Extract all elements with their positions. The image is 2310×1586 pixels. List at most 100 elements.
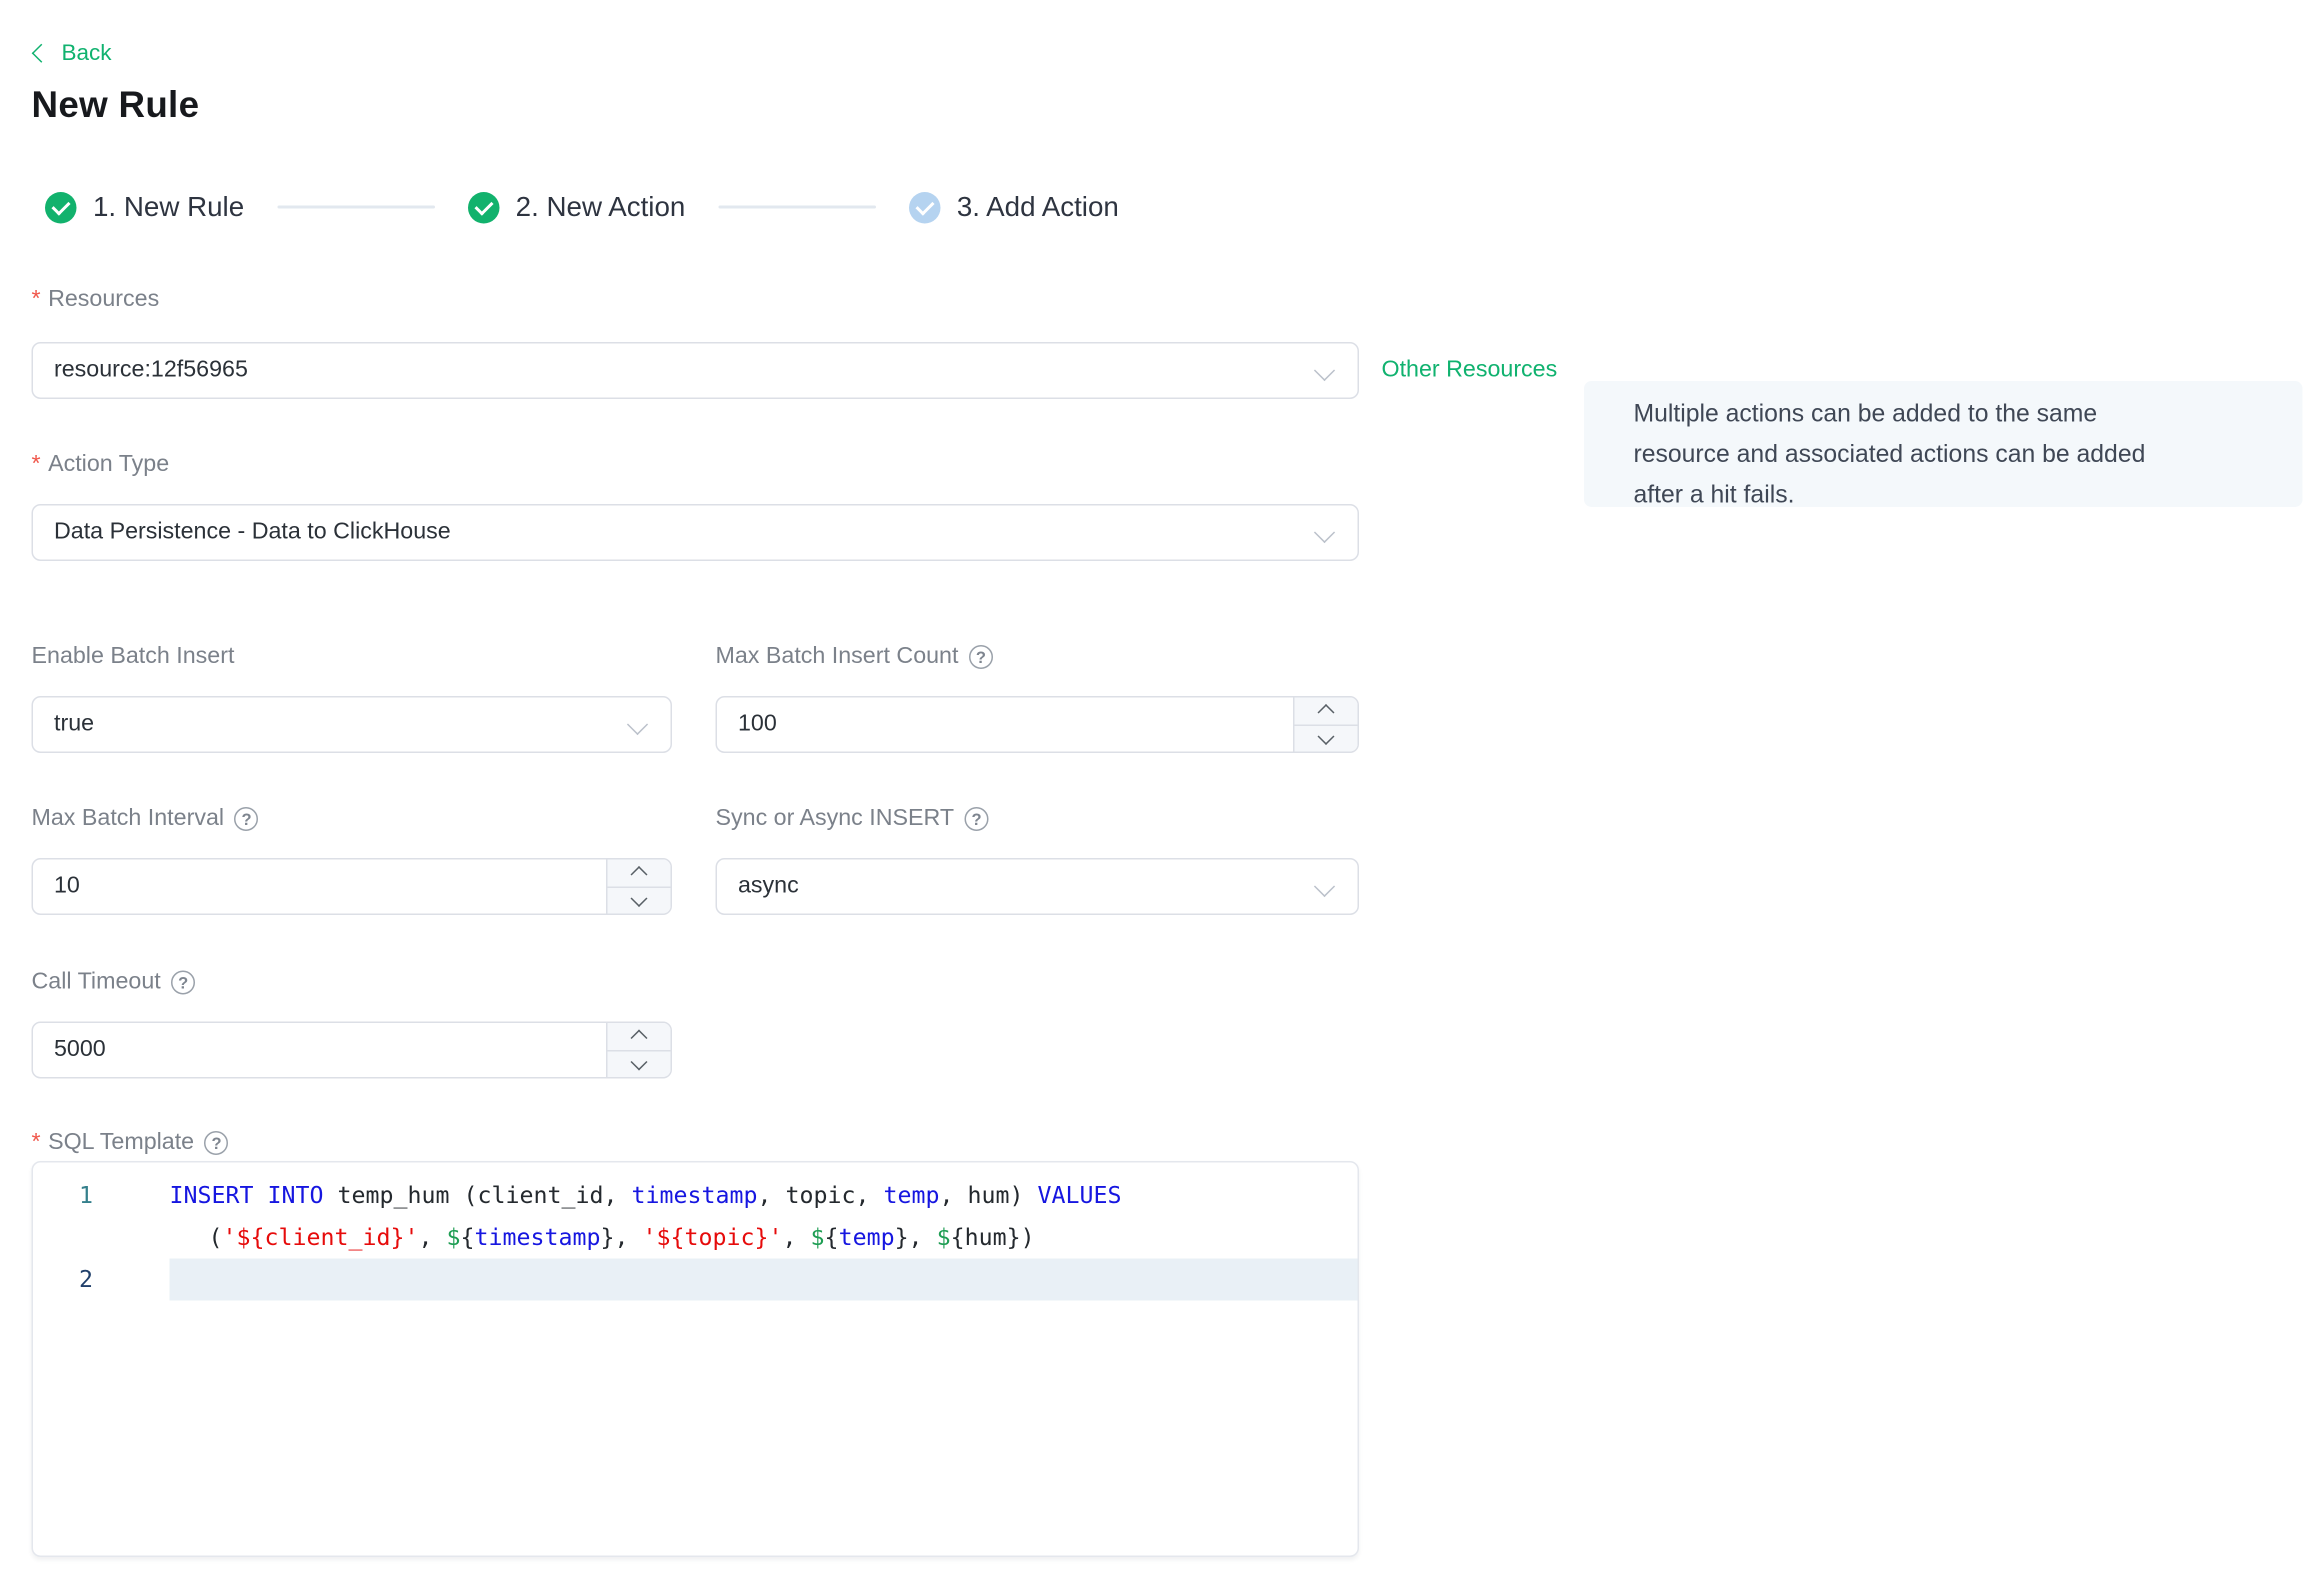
max-batch-interval-input[interactable]: 10 — [31, 858, 672, 915]
code-line — [169, 1258, 1358, 1301]
chevron-up-icon — [630, 1029, 648, 1047]
code-token-kw: VALUES — [1037, 1182, 1122, 1209]
help-icon[interactable]: ? — [204, 1131, 229, 1155]
decrease-button[interactable] — [608, 887, 671, 913]
required-asterisk: * — [31, 286, 41, 313]
gutter-spacer — [93, 1175, 105, 1217]
chevron-up-icon — [630, 866, 648, 884]
increase-button[interactable] — [607, 1023, 671, 1051]
code-token-kw: INSERT — [169, 1182, 254, 1209]
code-token-kw: timestamp — [474, 1224, 601, 1251]
code-token-dollar: $ — [446, 1224, 461, 1251]
step-item[interactable]: 3. Add Action — [908, 190, 1119, 224]
call-timeout-value: 5000 — [54, 1036, 106, 1063]
code-row: 2 — [33, 1258, 1358, 1301]
code-line: INSERT INTO temp_hum (client_id, timesta… — [170, 1175, 1358, 1217]
increase-button[interactable] — [607, 860, 671, 888]
help-icon[interactable]: ? — [171, 970, 196, 995]
sql-template-label: * SQL Template ? — [32, 1130, 229, 1157]
action-type-label: * Action Type — [31, 451, 170, 478]
code-row: 1 INSERT INTO temp_hum (client_id, timest… — [33, 1175, 1358, 1217]
number-spinner — [606, 1023, 671, 1077]
step-check-icon-pending — [908, 191, 941, 223]
info-line: resource and associated actions can be a… — [1633, 441, 2146, 468]
decrease-button[interactable] — [608, 1051, 671, 1077]
enable-batch-label: Enable Batch Insert — [31, 643, 235, 670]
step-label: 2. New Action — [515, 190, 686, 223]
code-token-kw: temp — [883, 1182, 940, 1209]
chevron-down-icon — [630, 889, 648, 907]
decrease-button[interactable] — [1295, 725, 1358, 751]
step-label: 3. Add Action — [956, 190, 1119, 223]
code-token-pl: { — [824, 1224, 839, 1251]
resources-select[interactable]: resource:12f56965 — [31, 342, 1359, 399]
number-spinner — [1293, 697, 1358, 752]
step-item[interactable]: 2. New Action — [467, 190, 686, 224]
code-token-str: '${topic}' — [642, 1224, 783, 1251]
code-token-pl: , topic, — [757, 1182, 884, 1209]
code-token-str: '${client_id}' — [222, 1224, 419, 1251]
code-token-pl: temp_hum (client_id, — [323, 1182, 632, 1209]
action-type-value: Data Persistence - Data to ClickHouse — [54, 519, 451, 545]
enable-batch-select[interactable]: true — [31, 696, 672, 753]
code-token-pl: { — [460, 1224, 475, 1251]
call-timeout-input[interactable]: 5000 — [31, 1021, 672, 1079]
help-icon[interactable]: ? — [964, 807, 989, 831]
info-box: Multiple actions can be added to the sam… — [1584, 381, 2303, 509]
info-line: after a hit fails. — [1633, 481, 1795, 509]
required-asterisk: * — [31, 451, 41, 478]
other-resources-link[interactable]: Other Resources — [1382, 357, 1558, 384]
back-link[interactable]: Back — [31, 40, 112, 67]
chevron-up-icon — [1317, 704, 1335, 722]
max-batch-count-input[interactable]: 100 — [715, 696, 1359, 753]
new-rule-page: Back New Rule 1. New Rule 2. New Action 3.… — [0, 0, 2310, 1586]
help-icon[interactable]: ? — [234, 807, 259, 831]
step-check-icon-done — [45, 191, 77, 223]
page-title: New Rule — [31, 85, 200, 127]
info-line: Multiple actions can be added to the sam… — [1633, 400, 2098, 428]
sync-async-label: Sync or Async INSERT ? — [716, 806, 989, 833]
code-token-kw: temp — [838, 1224, 895, 1251]
sync-async-select[interactable]: async — [715, 858, 1359, 915]
sql-code-rows: 1 INSERT INTO temp_hum (client_id, timest… — [33, 1163, 1358, 1301]
max-batch-count-label: Max Batch Insert Count ? — [716, 644, 993, 671]
code-token-pl: ( — [208, 1224, 223, 1251]
code-token-dollar: $ — [810, 1224, 825, 1251]
code-token-pl: , — [782, 1224, 811, 1251]
increase-button[interactable] — [1294, 698, 1358, 726]
action-type-select[interactable]: Data Persistence - Data to ClickHouse — [31, 504, 1359, 561]
code-token-kw: INTO — [267, 1182, 324, 1209]
step-check-icon-done — [467, 191, 500, 223]
sql-template-editor[interactable]: 1 INSERT INTO temp_hum (client_id, timest… — [31, 1161, 1359, 1557]
code-token-pl: }, — [600, 1224, 643, 1251]
code-token-dollar: $ — [936, 1224, 951, 1251]
step-connector — [277, 205, 435, 209]
code-row: ('${client_id}', ${timestamp}, '${topic}… — [33, 1217, 1358, 1259]
call-timeout-label: Call Timeout ? — [32, 969, 196, 996]
number-spinner — [606, 859, 671, 914]
gutter-spacer — [93, 1259, 105, 1301]
step-item[interactable]: 1. New Rule — [45, 191, 244, 224]
sync-async-value: async — [738, 873, 799, 899]
check-icon — [51, 196, 71, 215]
max-batch-interval-value: 10 — [54, 873, 80, 899]
steps-bar: 1. New Rule 2. New Action 3. Add Action — [45, 191, 1119, 224]
code-token-pl: }, — [894, 1224, 937, 1251]
max-batch-interval-label: Max Batch Interval ? — [32, 806, 259, 833]
step-label: 1. New Rule — [93, 190, 245, 223]
code-token-pl: {hum}) — [950, 1224, 1035, 1251]
code-token-pl: , hum) — [939, 1182, 1038, 1209]
back-label: Back — [61, 40, 112, 67]
code-line: ('${client_id}', ${timestamp}, '${topic}… — [170, 1217, 1358, 1259]
gutter-spacer — [93, 1217, 105, 1259]
step-connector — [718, 205, 876, 209]
check-icon — [474, 196, 493, 215]
required-asterisk: * — [31, 1129, 41, 1156]
chevron-left-icon — [31, 43, 51, 63]
line-number: 2 — [78, 1266, 93, 1293]
code-token-pl: , — [418, 1224, 447, 1251]
help-icon[interactable]: ? — [968, 645, 993, 669]
code-token-kw: timestamp — [631, 1182, 758, 1209]
max-batch-count-value: 100 — [738, 711, 777, 737]
